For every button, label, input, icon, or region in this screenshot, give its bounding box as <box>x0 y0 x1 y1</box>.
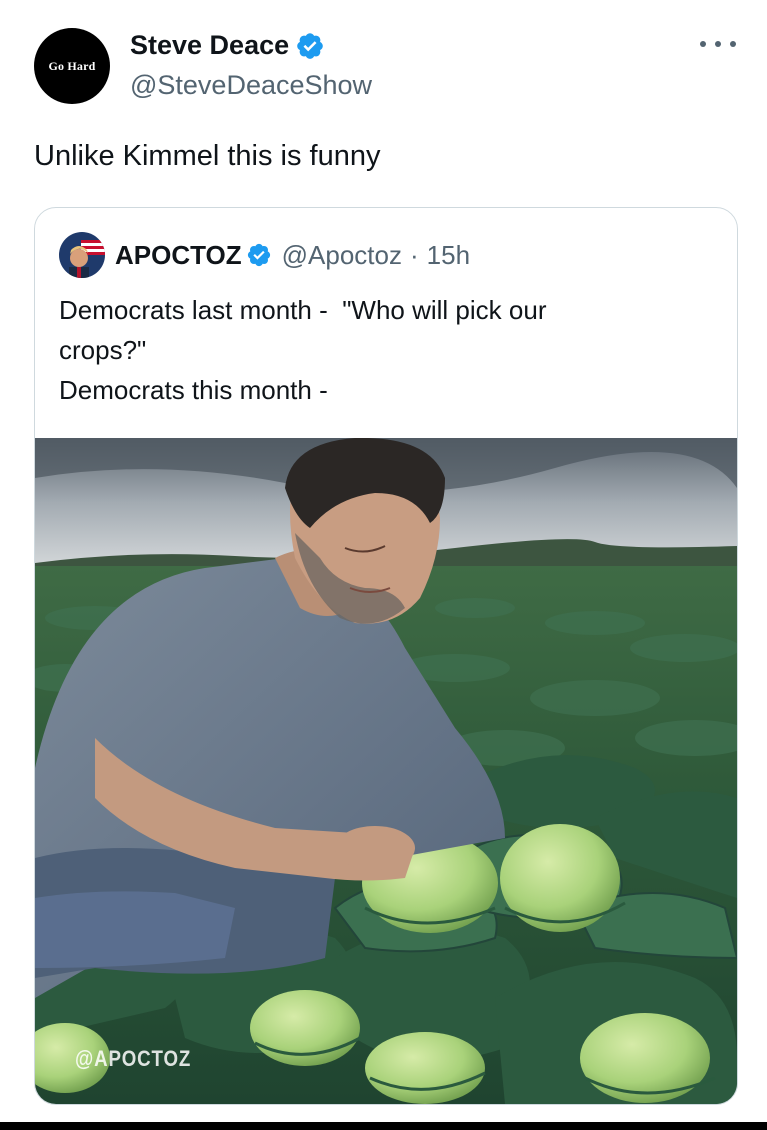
quoted-author-display-name[interactable]: APOCTOZ <box>115 240 242 271</box>
author-handle[interactable]: @SteveDeaceShow <box>130 70 372 101</box>
more-options-icon[interactable] <box>700 36 736 52</box>
separator-dot: · <box>409 239 419 270</box>
verified-badge-icon <box>247 243 270 267</box>
quoted-post-image[interactable] <box>35 438 737 1104</box>
image-watermark: @APOCTOZ <box>75 1046 192 1071</box>
post-text: Unlike Kimmel this is funny <box>34 140 381 172</box>
quoted-post-header: APOCTOZ @Apoctoz · 15h <box>59 232 470 278</box>
avatar-text: Go Hard <box>48 58 96 73</box>
post-timestamp[interactable]: 15h <box>427 240 470 271</box>
quoted-text-line: Democrats last month - "Who will pick ou… <box>59 295 547 325</box>
quoted-text-line: crops?" <box>59 335 147 365</box>
quoted-author-avatar[interactable] <box>59 232 105 278</box>
author-name-row: Steve Deace <box>130 30 325 61</box>
post-header: Go Hard Steve Deace @SteveDeaceShow <box>0 0 767 120</box>
quoted-post[interactable]: APOCTOZ @Apoctoz · 15h Democrats last mo… <box>34 207 738 1105</box>
bottom-divider <box>0 1122 767 1130</box>
verified-badge-icon <box>297 32 323 59</box>
quoted-author-handle[interactable]: @Apoctoz <box>282 240 402 271</box>
quoted-text-line: Democrats this month - <box>59 375 328 405</box>
quoted-post-text: Democrats last month - "Who will pick ou… <box>59 290 679 410</box>
author-avatar[interactable]: Go Hard <box>34 28 110 104</box>
author-display-name[interactable]: Steve Deace <box>130 30 289 61</box>
